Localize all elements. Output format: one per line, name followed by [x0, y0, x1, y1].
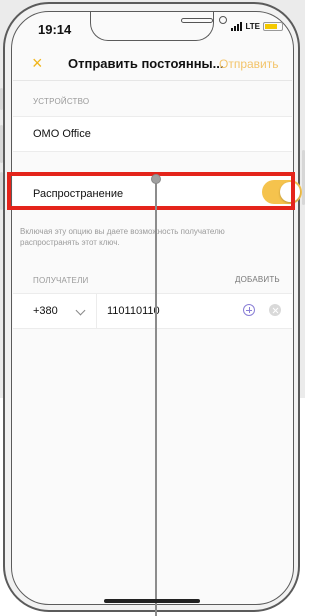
- recipients-section-label: ПОЛУЧАТЕЛИ: [33, 276, 89, 285]
- country-code-select[interactable]: +380: [33, 305, 58, 317]
- add-icon[interactable]: [243, 304, 255, 316]
- phone-side-button-right: [302, 150, 305, 205]
- share-help-text: Включая эту опцию вы даете возможность п…: [20, 227, 225, 247]
- phone-number-field[interactable]: 110110110: [107, 305, 160, 317]
- device-name: OMO Office: [33, 128, 91, 140]
- status-time: 19:14: [38, 22, 72, 37]
- status-indicators: LTE: [231, 22, 283, 31]
- page-title: Отправить постоянны...: [68, 56, 224, 71]
- signal-icon: [231, 22, 243, 31]
- phone-notch: [90, 12, 227, 41]
- add-recipient-link[interactable]: ДОБАВИТЬ: [235, 275, 280, 284]
- send-button[interactable]: Отправить: [219, 57, 279, 71]
- camera-icon: [219, 16, 227, 24]
- home-indicator: [104, 599, 200, 603]
- pointer-dot: [151, 174, 161, 184]
- speaker-icon: [181, 18, 213, 23]
- device-row: OMO Office: [13, 116, 292, 152]
- field-divider: [96, 294, 97, 328]
- device-section-label: УСТРОЙСТВО: [33, 97, 90, 106]
- network-type: LTE: [245, 22, 260, 31]
- pointer-line: [155, 178, 157, 616]
- chevron-down-icon[interactable]: [75, 305, 86, 316]
- battery-icon: [263, 22, 283, 31]
- close-icon[interactable]: ×: [32, 54, 43, 72]
- nav-divider: [13, 80, 292, 81]
- remove-icon[interactable]: [269, 304, 281, 316]
- recipient-row: +380 110110110: [13, 293, 292, 329]
